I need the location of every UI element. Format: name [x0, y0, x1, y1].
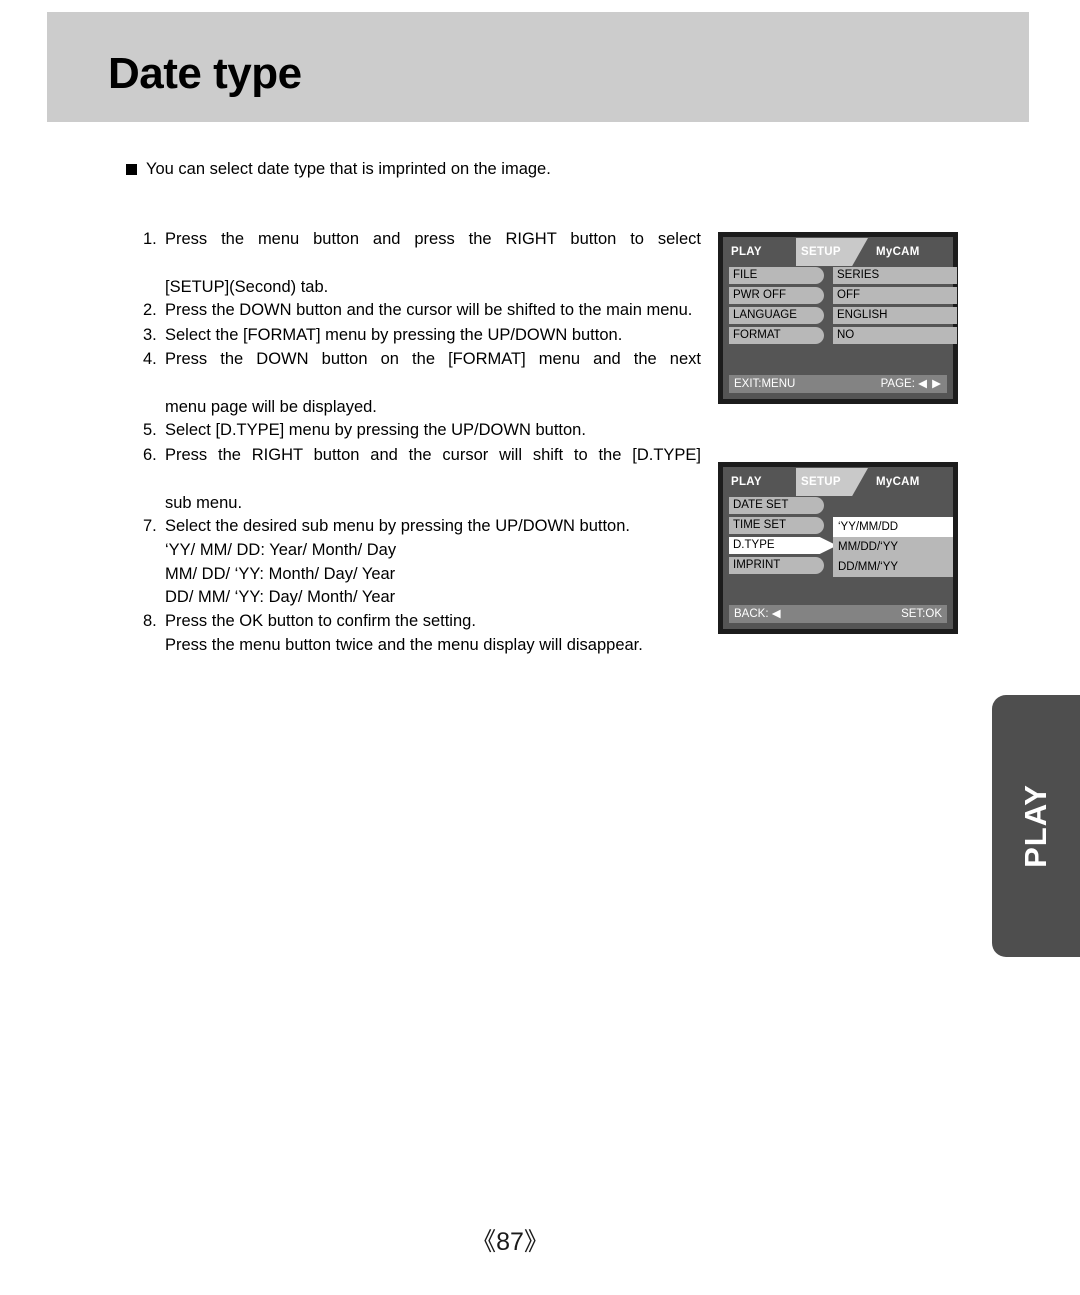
lcd2-dtype-submenu: ‘YY/MM/DD MM/DD/‘YY DD/MM/‘YY	[833, 517, 953, 577]
step-6-continuation: sub menu.	[165, 493, 243, 512]
step-8: 8. Press the OK button to confirm the se…	[143, 610, 701, 633]
lcd2-row-date-set[interactable]: DATE SET	[729, 497, 947, 514]
lcd2-back-group: BACK: ◀	[734, 605, 782, 623]
lcd1-row-language[interactable]: LANGUAGE ENGLISH	[729, 307, 957, 324]
lcd2-label-time-set: TIME SET	[729, 517, 824, 534]
step-number: 4.	[143, 350, 157, 369]
lcd1-page-group: PAGE: ◀ ▶	[881, 375, 942, 393]
step-1-continuation: [SETUP](Second) tab.	[165, 277, 329, 296]
lcd2-tab-setup-label: SETUP	[801, 476, 841, 488]
lcd1-row-file[interactable]: FILE SERIES	[729, 267, 957, 284]
step-text: Select the [FORMAT] menu by pressing the…	[165, 325, 623, 344]
lcd2-label-date-set: DATE SET	[729, 497, 824, 514]
step-text: Press the DOWN button on the [FORMAT] me…	[165, 350, 701, 369]
step-4: 4. Press the DOWN button on the [FORMAT]…	[143, 348, 701, 395]
step-6: 6. Press the RIGHT button and the cursor…	[143, 444, 701, 491]
lcd1-status-bar: EXIT:MENU PAGE: ◀ ▶	[729, 375, 947, 393]
lcd1-value-format: NO	[833, 327, 957, 344]
step-text: Press the menu button and press the RIGH…	[165, 230, 701, 248]
step-number: 2.	[143, 301, 157, 320]
lcd1-row-format[interactable]: FORMAT NO	[729, 327, 957, 344]
lcd1-tab-mycam[interactable]: MyCAM	[876, 242, 920, 262]
instruction-steps: 1. Press the menu button and press the R…	[143, 228, 701, 658]
side-tab-label: PLAY	[1018, 784, 1053, 868]
lcd2-back-label: BACK:	[734, 608, 769, 620]
lcd2-label-imprint: IMPRINT	[729, 557, 824, 574]
step-number: 8.	[143, 611, 157, 630]
step-4-continuation: menu page will be displayed.	[165, 397, 377, 416]
lcd2-submenu-option-dd-mm-yy[interactable]: DD/MM/‘YY	[833, 557, 953, 577]
lcd2-back-arrow-icon[interactable]: ◀	[772, 608, 782, 620]
step-number: 6.	[143, 445, 157, 464]
step-1: 1. Press the menu button and press the R…	[143, 228, 701, 275]
intro-text: You can select date type that is imprint…	[146, 160, 551, 178]
lcd2-status-bar: BACK: ◀ SET:OK	[729, 605, 947, 623]
lcd2-submenu-option-mm-dd-yy[interactable]: MM/DD/‘YY	[833, 537, 953, 557]
lcd1-menu-rows: FILE SERIES PWR OFF OFF LANGUAGE ENGLISH…	[723, 267, 957, 344]
square-bullet-icon	[126, 164, 137, 175]
lcd2-tab-play[interactable]: PLAY	[731, 472, 762, 492]
step-text: Select the desired sub menu by pressing …	[165, 517, 630, 536]
step-7: 7. Select the desired sub menu by pressi…	[143, 515, 701, 538]
lcd1-label-language: LANGUAGE	[729, 307, 824, 324]
date-format-option-2: MM/ DD/ ‘YY: Month/ Day/ Year	[165, 564, 396, 583]
step-number: 3.	[143, 325, 157, 344]
lcd-screen-setup-page2: PLAY SETUP MyCAM DATE SET TIME SET D.TYP…	[718, 462, 958, 634]
step-text: Press the DOWN button and the cursor wil…	[165, 301, 693, 320]
lcd1-label-pwr-off: PWR OFF	[729, 287, 824, 304]
lcd1-label-file: FILE	[729, 267, 824, 284]
intro-bullet-line: You can select date type that is imprint…	[126, 159, 726, 180]
lcd1-tab-setup-label: SETUP	[801, 246, 841, 258]
lcd1-page-arrows-icon[interactable]: ◀ ▶	[918, 378, 942, 390]
step-3: 3. Select the [FORMAT] menu by pressing …	[143, 324, 701, 347]
lcd2-label-dtype-selected: D.TYPE	[729, 537, 837, 554]
page-title: Date type	[108, 49, 302, 98]
step-number: 7.	[143, 517, 157, 536]
manual-page: Date type You can select date type that …	[0, 0, 1080, 1295]
step-2: 2. Press the DOWN button and the cursor …	[143, 299, 701, 322]
page-number: 《87》	[471, 1228, 549, 1256]
step-5: 5. Select [D.TYPE] menu by pressing the …	[143, 419, 701, 442]
lcd2-menu-rows: DATE SET TIME SET D.TYPE IMPRINT ‘YY/MM/…	[723, 497, 953, 577]
lcd-display-area: PLAY SETUP MyCAM DATE SET TIME SET D.TYP…	[723, 467, 953, 629]
lcd1-label-format: FORMAT	[729, 327, 824, 344]
step-text: Press the RIGHT button and the cursor wi…	[165, 445, 701, 464]
lcd2-set-ok-label: SET:OK	[901, 608, 942, 620]
lcd2-submenu-option-yy-mm-dd[interactable]: ‘YY/MM/DD	[833, 517, 953, 537]
lcd-screen-setup-page1: PLAY SETUP MyCAM FILE SERIES PWR OFF OFF…	[718, 232, 958, 404]
side-tab-play: PLAY	[992, 695, 1080, 957]
lcd2-tab-bar: PLAY SETUP MyCAM	[723, 467, 953, 497]
lcd-display-area: PLAY SETUP MyCAM FILE SERIES PWR OFF OFF…	[723, 237, 957, 399]
step-8-continuation: Press the menu button twice and the menu…	[165, 636, 643, 655]
lcd1-value-file: SERIES	[833, 267, 957, 284]
lcd2-tab-mycam[interactable]: MyCAM	[876, 472, 920, 492]
lcd1-tab-play[interactable]: PLAY	[731, 242, 762, 262]
lcd1-page-label: PAGE:	[880, 378, 915, 390]
lcd1-value-language: ENGLISH	[833, 307, 957, 324]
step-text: Select [D.TYPE] menu by pressing the UP/…	[165, 421, 586, 440]
lcd1-value-pwr-off: OFF	[833, 287, 957, 304]
step-number: 5.	[143, 421, 157, 440]
date-format-option-3: DD/ MM/ ‘YY: Day/ Month/ Year	[165, 588, 396, 607]
step-number: 1.	[143, 230, 157, 248]
lcd1-exit-label: EXIT:MENU	[734, 378, 796, 390]
step-text: Press the OK button to confirm the setti…	[165, 611, 476, 630]
date-format-option-1: ‘YY/ MM/ DD: Year/ Month/ Day	[165, 541, 397, 560]
lcd1-tab-bar: PLAY SETUP MyCAM	[723, 237, 953, 267]
lcd1-row-pwr-off[interactable]: PWR OFF OFF	[729, 287, 957, 304]
